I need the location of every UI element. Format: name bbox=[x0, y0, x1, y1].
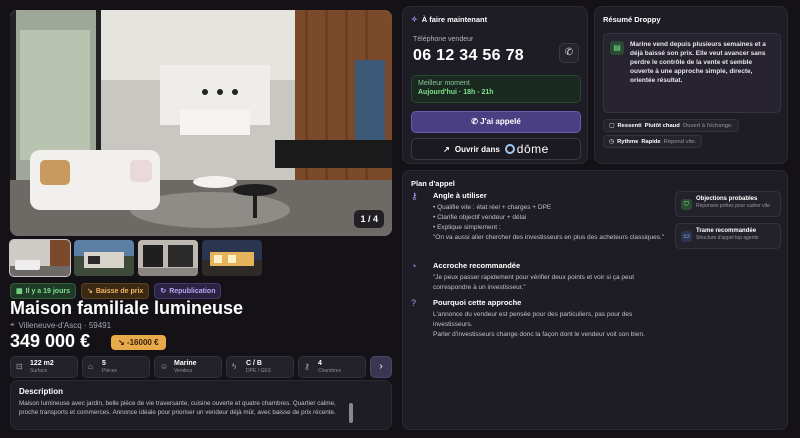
tag-republication: ↻ Republication bbox=[154, 283, 222, 299]
calendar-icon: ▦ bbox=[16, 288, 23, 295]
summary-title: Résumé Droppy bbox=[603, 15, 661, 24]
spec-list: ⊡ 122 m2 Surface ⌂ 5 Pièces ☺ Marine Vendeu… bbox=[10, 356, 392, 378]
feeling-chip: ▢ Ressenti Plutôt chaud Ouvert à l'échan… bbox=[603, 119, 739, 132]
summary-panel: Résumé Droppy ▤ Marine vend depuis plusi… bbox=[594, 6, 788, 164]
called-button[interactable]: ✆ J'ai appelé bbox=[411, 111, 581, 133]
phone-number[interactable]: 06 12 34 56 78 bbox=[413, 47, 524, 65]
summary-text: Marine vend depuis plusieurs semaines et… bbox=[630, 41, 766, 84]
best-moment-box: Meilleur moment Aujourd'hui · 18h - 21h bbox=[411, 75, 581, 103]
listing-price: 349 000 € bbox=[10, 331, 91, 351]
description-text: Maison lumineuse avec jardin, belle pièc… bbox=[19, 400, 336, 416]
spec-energy: ϟ C / B DPE / GES bbox=[226, 356, 294, 378]
listing-title: Maison familiale lumineuse bbox=[10, 298, 244, 318]
why-section: ? Pourquoi cette approche L'annonce du v… bbox=[411, 298, 645, 338]
dome-logo: dōme bbox=[504, 142, 549, 156]
refresh-icon: ↻ bbox=[160, 288, 167, 295]
summary-box: ▤ Marine vend depuis plusieurs semaines … bbox=[603, 33, 781, 113]
description-scrollbar[interactable] bbox=[349, 403, 353, 423]
tag-age: ▦ Il y a 19 jours bbox=[10, 283, 76, 299]
layout-icon: ▭ bbox=[681, 231, 692, 242]
spec-bedrooms: ⚷ 4 Chambres bbox=[298, 356, 366, 378]
question-icon: ? bbox=[411, 298, 417, 308]
action-title: ✧ À faire maintenant bbox=[411, 15, 488, 24]
angle-section: ⚷ Angle à utiliser • Qualifie vite : éta… bbox=[411, 191, 665, 241]
phone-icon: ✆ bbox=[471, 117, 478, 126]
phone-label: Téléphone vendeur bbox=[413, 36, 474, 43]
key-icon: ⚷ bbox=[304, 362, 310, 371]
pace-chip: ◷ Rythme Rapide Répond vite. bbox=[603, 135, 703, 148]
clock-icon: ◷ bbox=[609, 138, 615, 145]
spec-seller: ☺ Marine Vendeur bbox=[154, 356, 222, 378]
external-link-icon: ↗ bbox=[443, 144, 450, 154]
image-counter: 1 / 4 bbox=[354, 210, 384, 228]
tag-price-drop: ↘ Baisse de prix bbox=[80, 283, 150, 299]
thumbnail-4[interactable] bbox=[202, 240, 262, 276]
thumbnail-2[interactable] bbox=[74, 240, 134, 276]
thumbnail-3[interactable] bbox=[138, 240, 198, 276]
description-card: Description Maison lumineuse avec jardin… bbox=[10, 380, 392, 430]
action-panel: ✧ À faire maintenant Téléphone vendeur 06… bbox=[402, 6, 588, 164]
rooms-icon: ⌂ bbox=[88, 362, 93, 371]
hero-photo[interactable]: 1 / 4 bbox=[10, 10, 392, 236]
call-button[interactable]: ✆ bbox=[559, 43, 579, 63]
script-card[interactable]: ▭ Trame recommandée Structure d'appel to… bbox=[675, 223, 781, 249]
chat-icon: ▢ bbox=[609, 122, 615, 129]
living-room-illustration bbox=[10, 10, 392, 236]
open-in-dome-button[interactable]: ↗ Ouvrir dans dōme bbox=[411, 138, 581, 160]
shield-icon: ⛉ bbox=[681, 199, 692, 210]
listing-location: ⌖ Villeneuve-d'Ascq · 59491 bbox=[10, 320, 112, 330]
ruler-icon: ⊡ bbox=[16, 362, 23, 371]
thumbnail-strip bbox=[9, 239, 262, 277]
chat-bubble-icon: ◔ bbox=[411, 261, 417, 271]
hook-section: ◔ Accroche recommandée "Je peux passer r… bbox=[411, 261, 635, 291]
key-icon: ⚷ bbox=[411, 191, 418, 201]
energy-icon: ϟ bbox=[232, 362, 237, 371]
plan-title: Plan d'appel bbox=[411, 179, 455, 188]
thumbnail-1[interactable] bbox=[9, 239, 71, 277]
call-plan-panel: Plan d'appel ⚷ Angle à utiliser • Qualif… bbox=[402, 170, 788, 430]
spec-rooms: ⌂ 5 Pièces bbox=[82, 356, 150, 378]
dome-logo-mark-icon bbox=[504, 144, 515, 154]
clipboard-icon: ▤ bbox=[610, 41, 624, 55]
sparkle-icon: ✧ bbox=[411, 15, 418, 24]
objections-card[interactable]: ⛉ Objections probables Réponses prêtes p… bbox=[675, 191, 781, 217]
description-title: Description bbox=[19, 387, 64, 396]
specs-next-button[interactable]: › bbox=[370, 356, 392, 378]
price-drop-badge: ↘ -16000 € bbox=[111, 335, 166, 350]
location-pin-icon: ⌖ bbox=[10, 320, 15, 329]
best-moment-value: Aujourd'hui · 18h - 21h bbox=[418, 89, 494, 96]
user-icon: ☺ bbox=[160, 362, 169, 371]
best-moment-label: Meilleur moment bbox=[418, 80, 470, 87]
phone-icon: ✆ bbox=[564, 47, 574, 58]
chevron-right-icon: › bbox=[379, 361, 383, 372]
listing-tags: ▦ Il y a 19 jours ↘ Baisse de prix ↻ Republ… bbox=[10, 283, 222, 299]
trend-down-icon: ↘ bbox=[86, 288, 93, 295]
spec-surface: ⊡ 122 m2 Surface bbox=[10, 356, 78, 378]
